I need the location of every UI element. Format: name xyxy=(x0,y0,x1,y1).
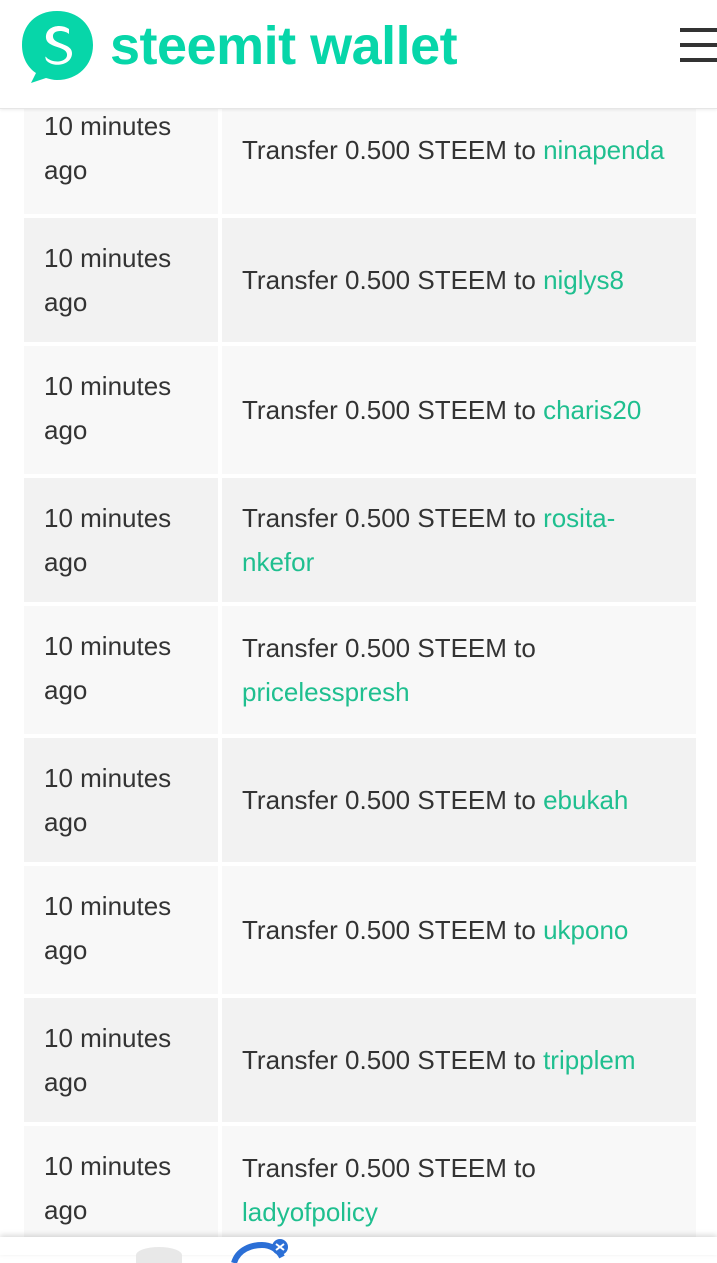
transfer-description: Transfer 0.500 STEEM to ladyofpolicy xyxy=(222,1126,696,1254)
transfer-text: Transfer 0.500 STEEM to xyxy=(242,503,536,533)
transfer-time: 10 minutes ago xyxy=(24,1126,218,1254)
transfer-time: 10 minutes ago xyxy=(24,346,218,474)
hamburger-menu-icon[interactable] xyxy=(680,28,717,62)
transfer-time: 10 minutes ago xyxy=(24,606,218,734)
transfer-row: 10 minutes ago Transfer 0.500 STEEM to p… xyxy=(24,606,696,734)
transfer-description: Transfer 0.500 STEEM to niglys8 xyxy=(222,218,696,342)
recipient-link[interactable]: ninapenda xyxy=(543,135,664,165)
transfer-description: Transfer 0.500 STEEM to tripplem xyxy=(222,998,696,1122)
logo-text[interactable]: steemit wallet xyxy=(110,14,458,78)
transfer-row: 10 minutes ago Transfer 0.500 STEEM to e… xyxy=(24,738,696,862)
transfer-row: 10 minutes ago Transfer 0.500 STEEM to t… xyxy=(24,998,696,1122)
recipient-link[interactable]: pricelesspresh xyxy=(242,677,410,707)
transfer-description: Transfer 0.500 STEEM to rosita-nkefor xyxy=(222,478,696,602)
transfer-time: 10 minutes ago xyxy=(24,478,218,602)
transfer-text: Transfer 0.500 STEEM to xyxy=(242,785,536,815)
app-header: steemit wallet xyxy=(0,0,717,109)
transfer-text: Transfer 0.500 STEEM to xyxy=(242,135,536,165)
transfer-text: Transfer 0.500 STEEM to xyxy=(242,915,536,945)
bottom-bar xyxy=(0,1237,717,1263)
transfer-description: Transfer 0.500 STEEM to charis20 xyxy=(222,346,696,474)
transfer-text: Transfer 0.500 STEEM to xyxy=(242,633,536,663)
recipient-link[interactable]: ladyofpolicy xyxy=(242,1197,378,1227)
transfer-time: 10 minutes ago xyxy=(24,998,218,1122)
transfer-row: 10 minutes ago Transfer 0.500 STEEM to u… xyxy=(24,866,696,994)
app-badge-icon[interactable] xyxy=(230,1239,296,1263)
transfer-text: Transfer 0.500 STEEM to xyxy=(242,265,536,295)
steemit-logo-icon[interactable] xyxy=(19,7,96,84)
transfer-description: Transfer 0.500 STEEM to ebukah xyxy=(222,738,696,862)
transfer-history-list: 10 minutes ago Transfer 0.500 STEEM to n… xyxy=(24,86,696,1258)
avatar-icon[interactable] xyxy=(136,1247,182,1263)
recipient-link[interactable]: niglys8 xyxy=(543,265,624,295)
transfer-text: Transfer 0.500 STEEM to xyxy=(242,1153,536,1183)
transfer-time: 10 minutes ago xyxy=(24,738,218,862)
transfer-description: Transfer 0.500 STEEM to ukpono xyxy=(222,866,696,994)
transfer-text: Transfer 0.500 STEEM to xyxy=(242,395,536,425)
recipient-link[interactable]: tripplem xyxy=(543,1045,635,1075)
transfer-time: 10 minutes ago xyxy=(24,218,218,342)
recipient-link[interactable]: ebukah xyxy=(543,785,628,815)
transfer-row: 10 minutes ago Transfer 0.500 STEEM to l… xyxy=(24,1126,696,1254)
transfer-row: 10 minutes ago Transfer 0.500 STEEM to c… xyxy=(24,346,696,474)
recipient-link[interactable]: ukpono xyxy=(543,915,628,945)
transfer-row: 10 minutes ago Transfer 0.500 STEEM to r… xyxy=(24,478,696,602)
transfer-time: 10 minutes ago xyxy=(24,866,218,994)
transfer-text: Transfer 0.500 STEEM to xyxy=(242,1045,536,1075)
transfer-row: 10 minutes ago Transfer 0.500 STEEM to n… xyxy=(24,218,696,342)
recipient-link[interactable]: charis20 xyxy=(543,395,641,425)
transfer-description: Transfer 0.500 STEEM to pricelesspresh xyxy=(222,606,696,734)
